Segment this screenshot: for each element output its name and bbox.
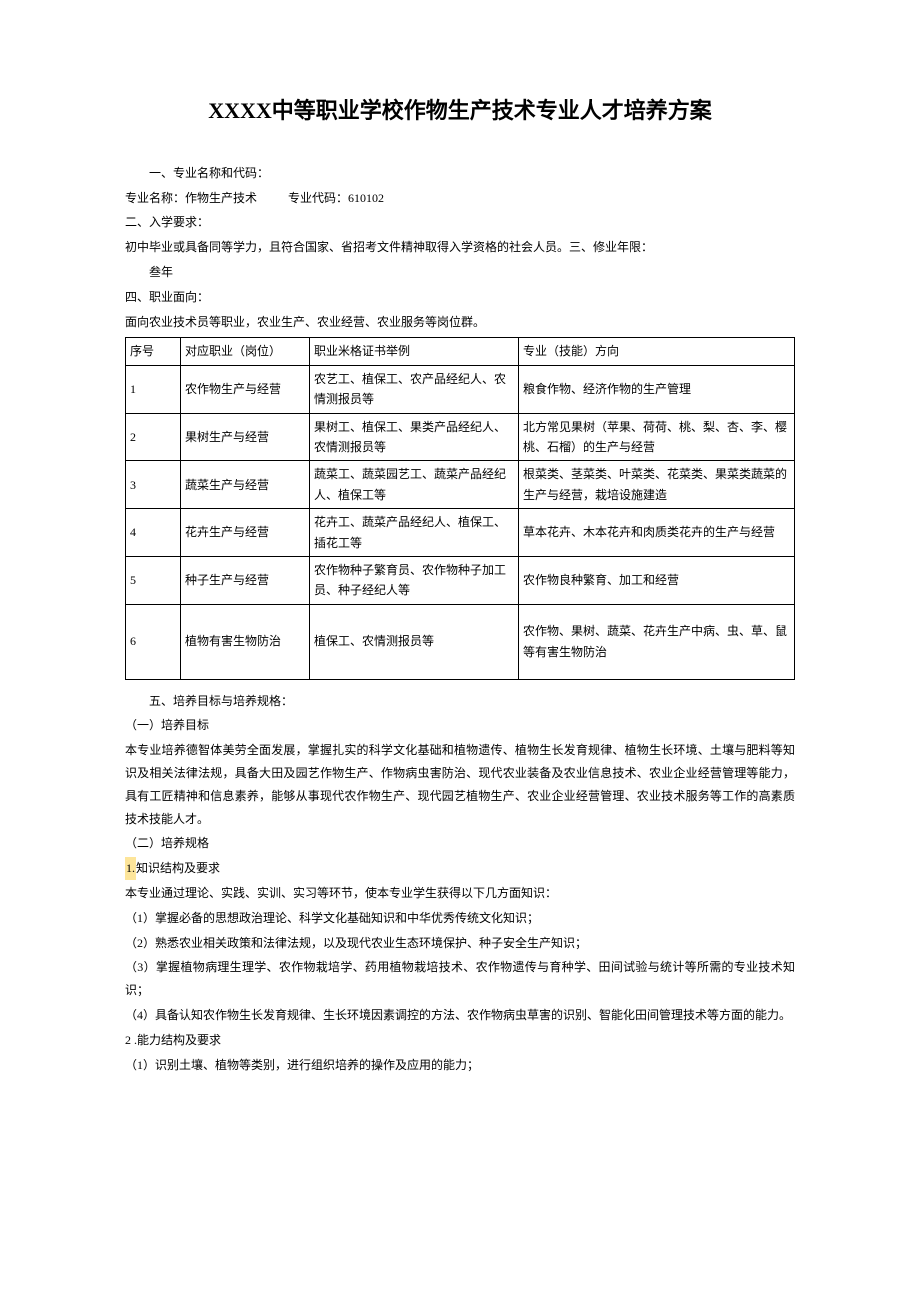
cell-job: 植物有害生物防治 [181,604,310,679]
cell-no: 2 [126,413,181,461]
major-name: 专业名称：作物生产技术 [125,187,285,210]
section-4-heading: 四、职业面向： [125,286,795,309]
cell-no: 1 [126,365,181,413]
cell-cert: 农作物种子繁育员、农作物种子加工员、种子经纪人等 [310,556,519,604]
cell-cert: 花卉工、蔬菜产品经纪人、植保工、插花工等 [310,509,519,557]
sub-heading-goal: （一）培养目标 [125,714,795,737]
section-3-body: 叁年 [125,261,795,284]
ability-heading: 2 .能力结构及要求 [125,1029,795,1052]
knowledge-item-2: （2）熟悉农业相关政策和法律法规，以及现代农业生态环境保护、种子安全生产知识； [125,932,795,955]
section-2-heading: 二、入学要求： [125,211,795,234]
table-row: 1 农作物生产与经营 农艺工、植保工、农产品经纪人、农情测报员等 粮食作物、经济… [126,365,795,413]
th-no: 序号 [126,338,181,365]
cell-no: 5 [126,556,181,604]
section-1-heading: 一、专业名称和代码： [125,162,795,185]
th-cert: 职业米格证书举例 [310,338,519,365]
section-4-body: 面向农业技术员等职业，农业生产、农业经营、农业服务等岗位群。 [125,311,795,334]
cell-no: 4 [126,509,181,557]
table-row: 4 花卉生产与经营 花卉工、蔬菜产品经纪人、植保工、插花工等 草本花卉、木本花卉… [126,509,795,557]
table-row: 6 植物有害生物防治 植保工、农情测报员等 农作物、果树、蔬菜、花卉生产中病、虫… [126,604,795,679]
cell-dir: 农作物、果树、蔬菜、花卉生产中病、虫、草、鼠等有害生物防治 [519,604,795,679]
table-row: 5 种子生产与经营 农作物种子繁育员、农作物种子加工员、种子经纪人等 农作物良种… [126,556,795,604]
ability-item-1: （1）识别土壤、植物等类别，进行组织培养的操作及应用的能力； [125,1054,795,1077]
table-row: 3 蔬菜生产与经营 蔬菜工、蔬菜园艺工、蔬菜产品经纪人、植保工等 根菜类、茎菜类… [126,461,795,509]
cell-job: 果树生产与经营 [181,413,310,461]
knowledge-heading: 1.知识结构及要求 [125,857,795,880]
page-title: XXXX中等职业学校作物生产技术专业人才培养方案 [125,90,795,132]
sub-heading-spec: （二）培养规格 [125,832,795,855]
cell-dir: 粮食作物、经济作物的生产管理 [519,365,795,413]
major-info-line: 专业名称：作物生产技术 专业代码：610102 [125,187,795,210]
cell-cert: 农艺工、植保工、农产品经纪人、农情测报员等 [310,365,519,413]
knowledge-item-1: （1）掌握必备的思想政治理论、科学文化基础知识和中华优秀传统文化知识； [125,907,795,930]
table-header-row: 序号 对应职业（岗位） 职业米格证书举例 专业（技能）方向 [126,338,795,365]
cell-cert: 果树工、植保工、果类产品经纪人、农情测报员等 [310,413,519,461]
knowledge-heading-text: 知识结构及要求 [136,861,220,875]
major-code: 专业代码：610102 [288,191,384,205]
knowledge-item-4: （4）具备认知农作物生长发育规律、生长环境因素调控的方法、农作物病虫草害的识别、… [125,1004,795,1027]
cell-cert: 蔬菜工、蔬菜园艺工、蔬菜产品经纪人、植保工等 [310,461,519,509]
knowledge-item-3: （3）掌握植物病理生理学、农作物栽培学、药用植物栽培技术、农作物遗传与育种学、田… [125,956,795,1002]
job-table: 序号 对应职业（岗位） 职业米格证书举例 专业（技能）方向 1 农作物生产与经营… [125,337,795,679]
th-job: 对应职业（岗位） [181,338,310,365]
cell-dir: 根菜类、茎菜类、叶菜类、花菜类、果菜类蔬菜的生产与经营，栽培设施建造 [519,461,795,509]
knowledge-intro: 本专业通过理论、实践、实训、实习等环节，使本专业学生获得以下几方面知识： [125,882,795,905]
cell-job: 农作物生产与经营 [181,365,310,413]
cell-job: 蔬菜生产与经营 [181,461,310,509]
cell-dir: 草本花卉、木本花卉和肉质类花卉的生产与经营 [519,509,795,557]
cell-dir: 农作物良种繁育、加工和经营 [519,556,795,604]
section-2-body: 初中毕业或具备同等学力，且符合国家、省招考文件精神取得入学资格的社会人员。三、修… [125,236,795,259]
cell-cert: 植保工、农情测报员等 [310,604,519,679]
goal-body: 本专业培养德智体美劳全面发展，掌握扎实的科学文化基础和植物遗传、植物生长发育规律… [125,739,795,830]
highlight-marker: 1. [125,857,136,880]
cell-no: 3 [126,461,181,509]
cell-no: 6 [126,604,181,679]
section-5-heading: 五、培养目标与培养规格： [125,690,795,713]
th-dir: 专业（技能）方向 [519,338,795,365]
cell-job: 种子生产与经营 [181,556,310,604]
cell-dir: 北方常见果树（苹果、荷荷、桃、梨、杏、李、樱桃、石榴）的生产与经营 [519,413,795,461]
cell-job: 花卉生产与经营 [181,509,310,557]
table-row: 2 果树生产与经营 果树工、植保工、果类产品经纪人、农情测报员等 北方常见果树（… [126,413,795,461]
